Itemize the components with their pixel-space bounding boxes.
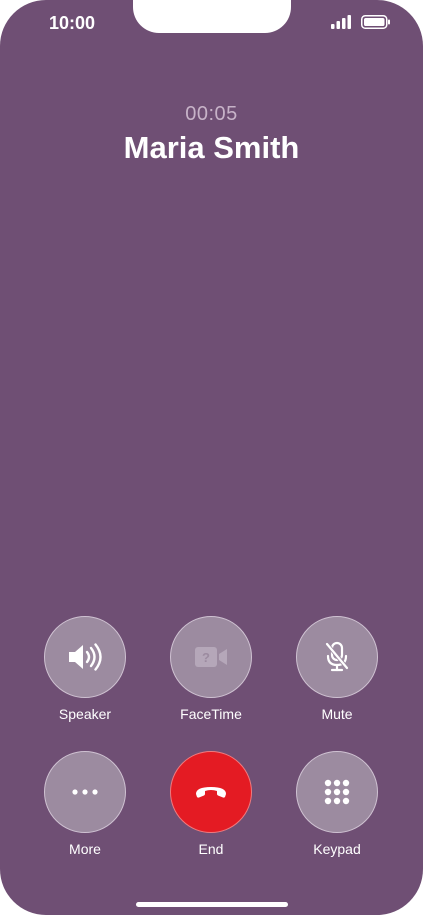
more-button[interactable]: More — [43, 751, 127, 857]
keypad-button[interactable]: Keypad — [295, 751, 379, 857]
mute-label: Mute — [321, 706, 353, 722]
speaker-icon — [69, 643, 102, 671]
signal-bars-icon — [331, 15, 351, 29]
caller-name: Maria Smith — [123, 130, 300, 165]
speaker-button[interactable]: Speaker — [43, 616, 127, 722]
status-icons — [331, 15, 391, 29]
keypad-icon — [324, 779, 350, 805]
end-call-circle[interactable] — [170, 751, 252, 833]
call-screen: 10:00 00:05 Maria Smith Speaker ? FaceTi… — [0, 0, 423, 915]
status-time: 10:00 — [49, 13, 96, 33]
speaker-label: Speaker — [58, 706, 112, 722]
facetime-button[interactable]: ? FaceTime — [169, 616, 253, 722]
keypad-label: Keypad — [313, 841, 361, 857]
more-circle[interactable] — [44, 751, 126, 833]
notch — [133, 0, 291, 33]
mute-circle[interactable] — [296, 616, 378, 698]
end-call-icon — [196, 787, 226, 798]
end-call-button[interactable]: End — [169, 751, 253, 857]
home-indicator[interactable] — [136, 902, 288, 907]
facetime-icon: ? — [195, 647, 227, 667]
end-call-label: End — [198, 841, 224, 857]
mute-button[interactable]: Mute — [295, 616, 379, 722]
facetime-label: FaceTime — [180, 706, 242, 722]
call-duration: 00:05 — [185, 103, 238, 125]
more-label: More — [69, 841, 101, 857]
more-icon — [72, 789, 98, 795]
keypad-circle[interactable] — [296, 751, 378, 833]
battery-icon — [361, 15, 390, 29]
facetime-circle[interactable]: ? — [170, 616, 252, 698]
mute-icon — [325, 641, 349, 672]
speaker-circle[interactable] — [44, 616, 126, 698]
svg-text:?: ? — [202, 650, 210, 665]
